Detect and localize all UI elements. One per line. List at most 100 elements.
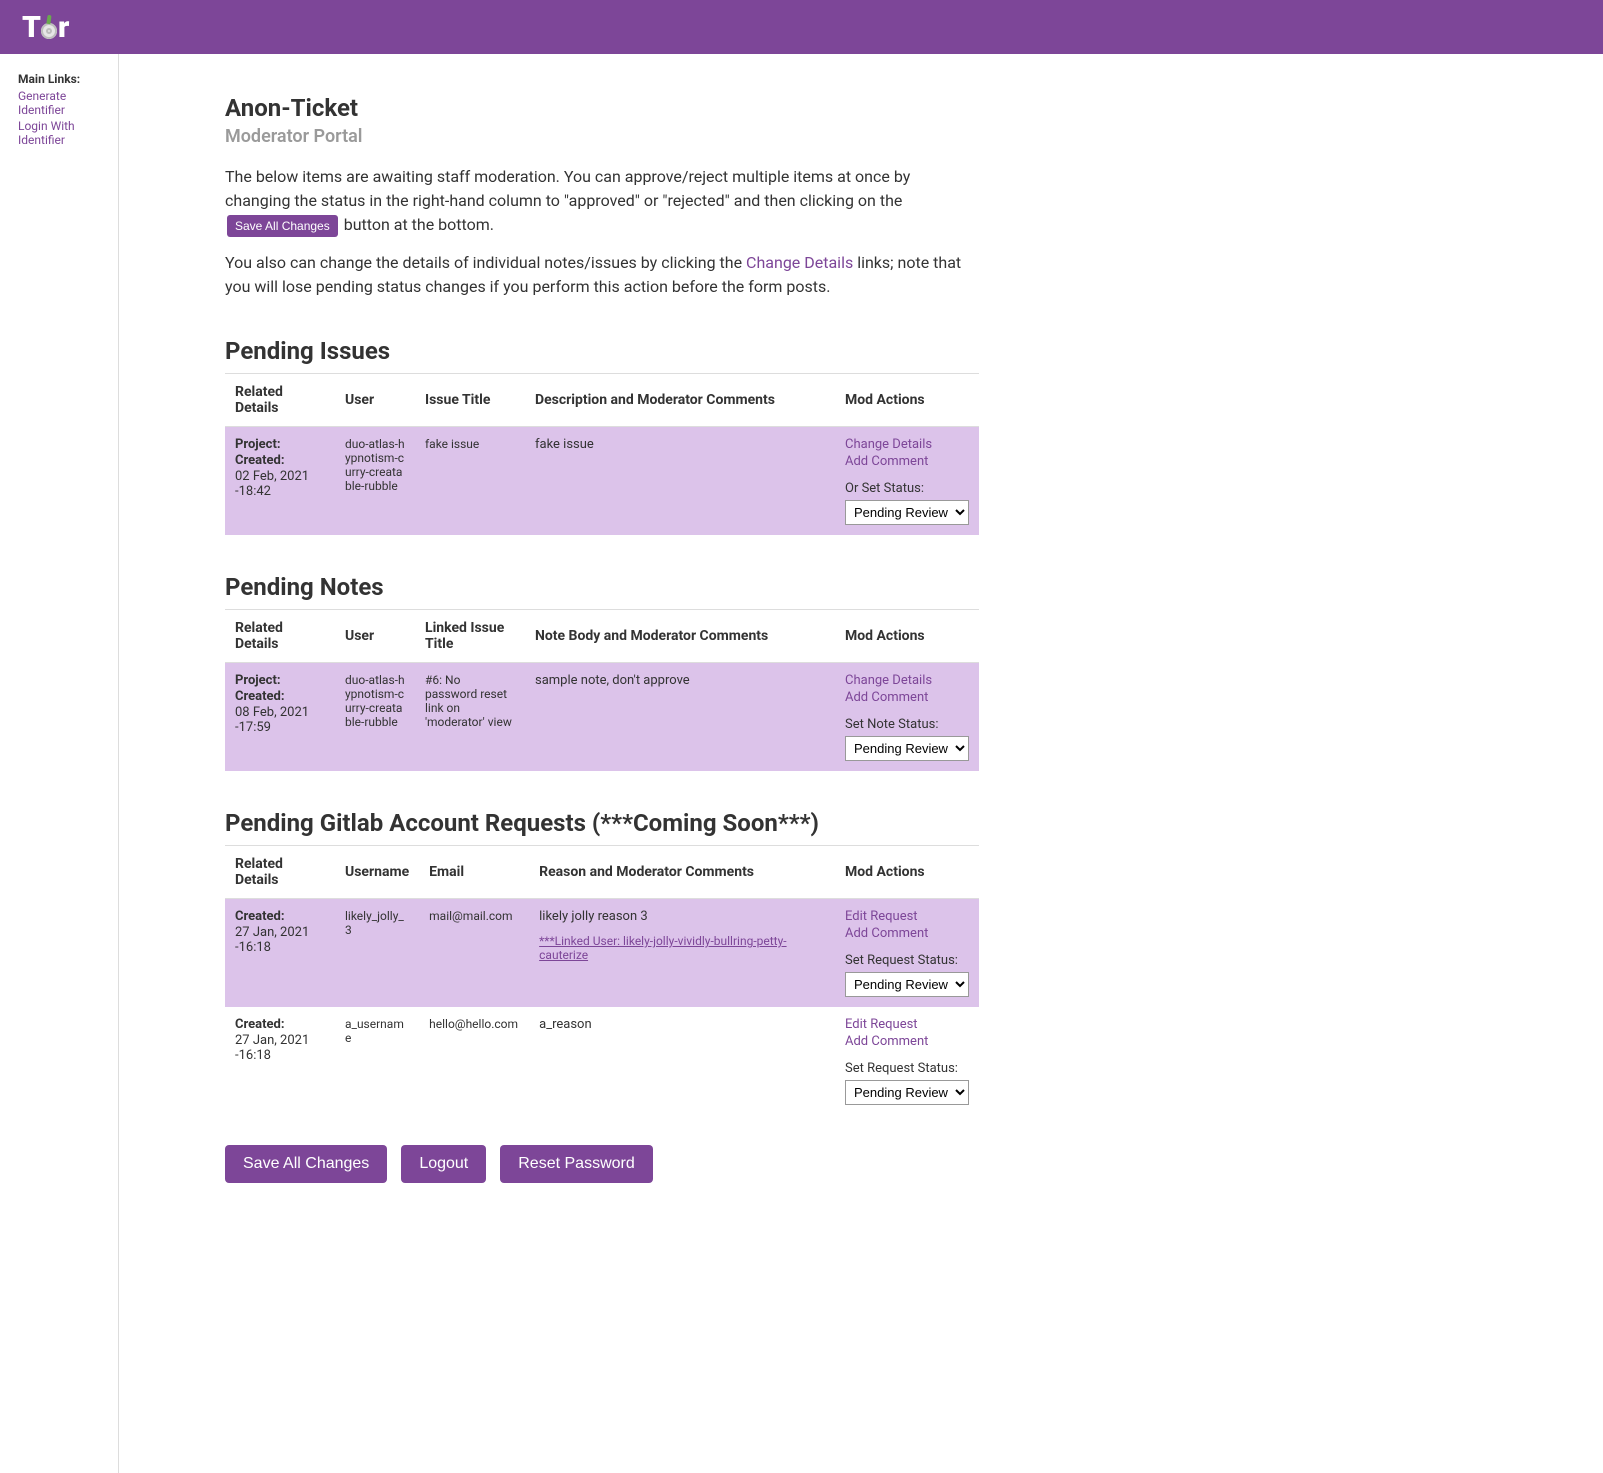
add-comment-link[interactable]: Add Comment	[845, 926, 969, 941]
col-header-note-body: Note Body and Moderator Comments	[525, 610, 835, 663]
created-label: Created:	[235, 689, 285, 704]
issue-details-cell: Project: Created: 02 Feb, 2021 -18:42	[225, 427, 335, 536]
save-all-inline-button[interactable]: Save All Changes	[227, 215, 338, 237]
col-header-user: User	[335, 610, 415, 663]
note-details-cell: Project: Created: 08 Feb, 2021 -17:59	[225, 663, 335, 772]
table-header-row: Related Details User Linked Issue Title …	[225, 610, 979, 663]
col-header-details: Related Details	[225, 374, 335, 427]
created-label: Created:	[235, 453, 285, 468]
created-date: 02 Feb, 2021 -18:42	[235, 469, 325, 499]
action-buttons-row: Save All Changes Logout Reset Password	[225, 1145, 979, 1183]
edit-request-link[interactable]: Edit Request	[845, 909, 969, 924]
col-header-issue-title: Issue Title	[415, 374, 525, 427]
request-username: likely_jolly_3	[335, 899, 419, 1008]
logout-button[interactable]: Logout	[401, 1145, 486, 1183]
request-email: hello@hello.com	[419, 1007, 529, 1115]
linked-user-link[interactable]: ***Linked User: likely-jolly-vividly-bul…	[539, 934, 825, 962]
request-row: Created: 27 Jan, 2021 -16:18 a_username …	[225, 1007, 979, 1115]
col-header-reason: Reason and Moderator Comments	[529, 846, 835, 899]
sidebar: Main Links: Generate Identifier Login Wi…	[0, 54, 119, 1473]
issue-description: fake issue	[525, 427, 835, 536]
created-date: 27 Jan, 2021 -16:18	[235, 1033, 325, 1063]
col-header-description: Description and Moderator Comments	[525, 374, 835, 427]
request-status-select[interactable]: Pending Review	[845, 1080, 969, 1105]
col-header-linked-issue: Linked Issue Title	[415, 610, 525, 663]
pending-issues-table: Related Details User Issue Title Descrip…	[225, 373, 979, 535]
col-header-user: User	[335, 374, 415, 427]
note-row: Project: Created: 08 Feb, 2021 -17:59 du…	[225, 663, 979, 772]
onion-icon	[40, 15, 58, 39]
intro-block: The below items are awaiting staff moder…	[225, 165, 979, 299]
tor-logo: T r	[22, 10, 68, 45]
issue-status-select[interactable]: Pending Review	[845, 500, 969, 525]
request-actions-cell: Edit Request Add Comment Set Request Sta…	[835, 899, 979, 1008]
request-row: Created: 27 Jan, 2021 -16:18 likely_joll…	[225, 899, 979, 1008]
sidebar-heading: Main Links:	[18, 72, 110, 86]
col-header-email: Email	[419, 846, 529, 899]
issue-row: Project: Created: 02 Feb, 2021 -18:42 du…	[225, 427, 979, 536]
logo-letter-t: T	[22, 10, 40, 45]
project-label: Project:	[235, 673, 281, 688]
request-reason: likely jolly reason 3	[539, 909, 825, 924]
issue-user: duo-atlas-hypnotism-curry-creatable-rubb…	[335, 427, 415, 536]
change-details-link[interactable]: Change Details	[845, 437, 969, 452]
status-label: Set Request Status:	[845, 1061, 969, 1076]
change-details-inline-link[interactable]: Change Details	[746, 253, 853, 272]
pending-notes-table: Related Details User Linked Issue Title …	[225, 609, 979, 771]
request-status-select[interactable]: Pending Review	[845, 972, 969, 997]
col-header-details: Related Details	[225, 846, 335, 899]
sidebar-link-generate[interactable]: Generate Identifier	[18, 89, 110, 117]
created-date: 08 Feb, 2021 -17:59	[235, 705, 325, 735]
pending-issues-heading: Pending Issues	[225, 337, 979, 365]
note-linked-issue: #6: No password reset link on 'moderator…	[415, 663, 525, 772]
request-actions-cell: Edit Request Add Comment Set Request Sta…	[835, 1007, 979, 1115]
main-content: Anon-Ticket Moderator Portal The below i…	[119, 54, 1179, 1473]
status-label: Set Request Status:	[845, 953, 969, 968]
intro-paragraph-1: The below items are awaiting staff moder…	[225, 165, 979, 237]
col-header-details: Related Details	[225, 610, 335, 663]
note-body: sample note, don't approve	[525, 663, 835, 772]
add-comment-link[interactable]: Add Comment	[845, 1034, 969, 1049]
change-details-link[interactable]: Change Details	[845, 673, 969, 688]
pending-requests-table: Related Details Username Email Reason an…	[225, 845, 979, 1115]
edit-request-link[interactable]: Edit Request	[845, 1017, 969, 1032]
add-comment-link[interactable]: Add Comment	[845, 454, 969, 469]
page-title: Anon-Ticket	[225, 94, 979, 122]
issue-title: fake issue	[415, 427, 525, 536]
project-label: Project:	[235, 437, 281, 452]
request-details-cell: Created: 27 Jan, 2021 -16:18	[225, 899, 335, 1008]
status-label: Set Note Status:	[845, 717, 969, 732]
created-label: Created:	[235, 909, 285, 924]
created-date: 27 Jan, 2021 -16:18	[235, 925, 325, 955]
request-reason-cell: likely jolly reason 3 ***Linked User: li…	[529, 899, 835, 1008]
intro-paragraph-2: You also can change the details of indiv…	[225, 251, 979, 299]
reset-password-button[interactable]: Reset Password	[500, 1145, 653, 1183]
pending-requests-heading: Pending Gitlab Account Requests (***Comi…	[225, 809, 979, 837]
add-comment-link[interactable]: Add Comment	[845, 690, 969, 705]
note-user: duo-atlas-hypnotism-curry-creatable-rubb…	[335, 663, 415, 772]
note-actions-cell: Change Details Add Comment Set Note Stat…	[835, 663, 979, 772]
request-username: a_username	[335, 1007, 419, 1115]
col-header-username: Username	[335, 846, 419, 899]
intro-text-1b: button at the bottom.	[344, 215, 494, 234]
request-details-cell: Created: 27 Jan, 2021 -16:18	[225, 1007, 335, 1115]
created-label: Created:	[235, 1017, 285, 1032]
issue-actions-cell: Change Details Add Comment Or Set Status…	[835, 427, 979, 536]
pending-notes-heading: Pending Notes	[225, 573, 979, 601]
col-header-actions: Mod Actions	[835, 374, 979, 427]
request-reason: a_reason	[529, 1007, 835, 1115]
top-bar: T r	[0, 0, 1603, 54]
table-header-row: Related Details User Issue Title Descrip…	[225, 374, 979, 427]
request-email: mail@mail.com	[419, 899, 529, 1008]
note-status-select[interactable]: Pending Review	[845, 736, 969, 761]
save-all-button[interactable]: Save All Changes	[225, 1145, 387, 1183]
sidebar-link-login[interactable]: Login With Identifier	[18, 119, 110, 147]
intro-text-2a: You also can change the details of indiv…	[225, 253, 742, 272]
col-header-actions: Mod Actions	[835, 846, 979, 899]
status-label: Or Set Status:	[845, 481, 969, 496]
page-subtitle: Moderator Portal	[225, 126, 979, 147]
table-header-row: Related Details Username Email Reason an…	[225, 846, 979, 899]
logo-letter-r: r	[58, 10, 68, 45]
col-header-actions: Mod Actions	[835, 610, 979, 663]
intro-text-1a: The below items are awaiting staff moder…	[225, 167, 910, 210]
